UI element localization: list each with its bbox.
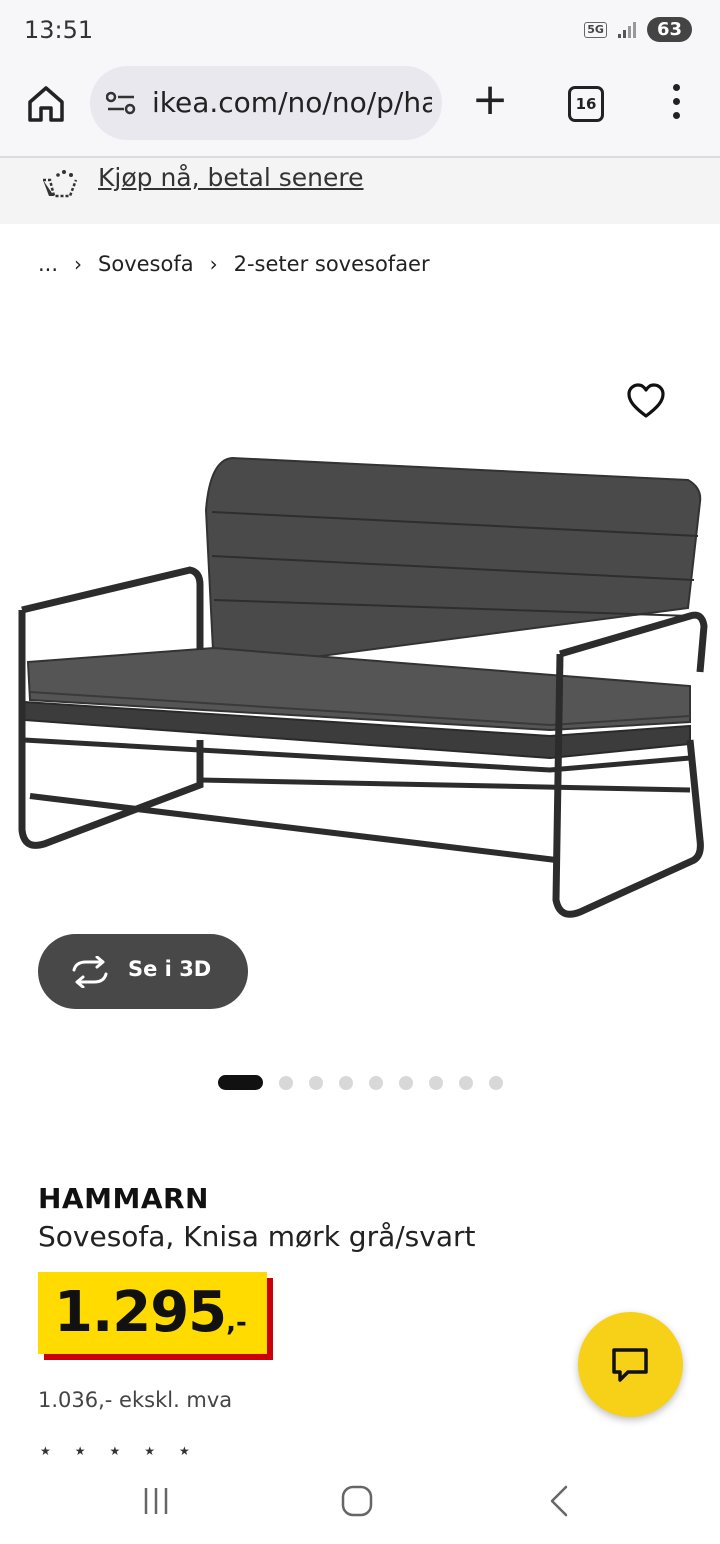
status-icons: 5G 63	[584, 17, 692, 42]
browser-toolbar: ikea.com/no/no/p/ha + 16	[0, 60, 720, 158]
price-ex-vat: 1.036,- ekskl. mva	[38, 1388, 233, 1412]
recent-apps-icon[interactable]	[140, 1484, 174, 1518]
home-nav-icon[interactable]	[340, 1484, 374, 1518]
carousel-dot[interactable]	[279, 1075, 293, 1090]
pay-later-link[interactable]: Kjøp nå, betal senere	[98, 163, 364, 192]
carousel-dot[interactable]	[339, 1075, 353, 1090]
carousel-dot[interactable]	[429, 1075, 443, 1090]
price-suffix: ,-	[226, 1308, 247, 1338]
back-icon[interactable]	[544, 1484, 574, 1518]
tab-switcher-button[interactable]: 16	[568, 86, 604, 122]
url-text: ikea.com/no/no/p/ha	[152, 86, 432, 119]
rating-stars[interactable]: ★★★★★	[40, 1444, 214, 1458]
carousel-indicator	[218, 1075, 519, 1090]
chevron-right-icon: ›	[209, 252, 218, 276]
network-5g-icon: 5G	[584, 21, 607, 38]
carousel-dot[interactable]	[309, 1075, 323, 1090]
carousel-dot[interactable]	[459, 1075, 473, 1090]
chat-button[interactable]	[578, 1312, 683, 1417]
status-bar: 13:51 5G 63	[0, 0, 720, 60]
breadcrumb-ellipsis[interactable]: ...	[38, 252, 58, 276]
home-icon[interactable]	[24, 82, 68, 126]
product-image[interactable]	[0, 440, 720, 930]
new-tab-button[interactable]: +	[470, 78, 510, 124]
chat-icon	[612, 1348, 648, 1382]
shopping-basket-icon	[43, 170, 78, 198]
carousel-dot[interactable]	[489, 1075, 503, 1090]
status-time: 13:51	[24, 16, 94, 44]
site-info-icon[interactable]	[106, 90, 136, 116]
breadcrumb-item-2-seter[interactable]: 2-seter sovesofaer	[234, 252, 430, 276]
carousel-dot[interactable]	[218, 1075, 263, 1090]
signal-icon	[617, 21, 636, 38]
heart-icon[interactable]	[626, 382, 666, 420]
system-navigation-bar	[0, 1462, 720, 1544]
product-description: Sovesofa, Knisa mørk grå/svart	[38, 1220, 476, 1253]
price-tag: 1.295,-	[38, 1272, 267, 1354]
carousel-dot[interactable]	[369, 1075, 383, 1090]
carousel-dot[interactable]	[399, 1075, 413, 1090]
address-bar[interactable]: ikea.com/no/no/p/ha	[90, 66, 442, 140]
view-in-3d-button[interactable]: Se i 3D	[38, 934, 248, 1009]
product-brand: HAMMARN	[38, 1182, 209, 1215]
view-in-3d-label: Se i 3D	[128, 957, 212, 981]
battery-indicator: 63	[646, 17, 692, 42]
promo-banner: Kjøp nå, betal senere	[0, 158, 720, 224]
breadcrumb: ... › Sovesofa › 2-seter sovesofaer	[38, 252, 430, 276]
chevron-right-icon: ›	[74, 252, 83, 276]
browser-menu-button[interactable]	[666, 84, 686, 124]
breadcrumb-item-sovesofa[interactable]: Sovesofa	[98, 252, 194, 276]
price-integer: 1.295	[54, 1280, 227, 1345]
rotate-3d-icon	[72, 956, 108, 988]
